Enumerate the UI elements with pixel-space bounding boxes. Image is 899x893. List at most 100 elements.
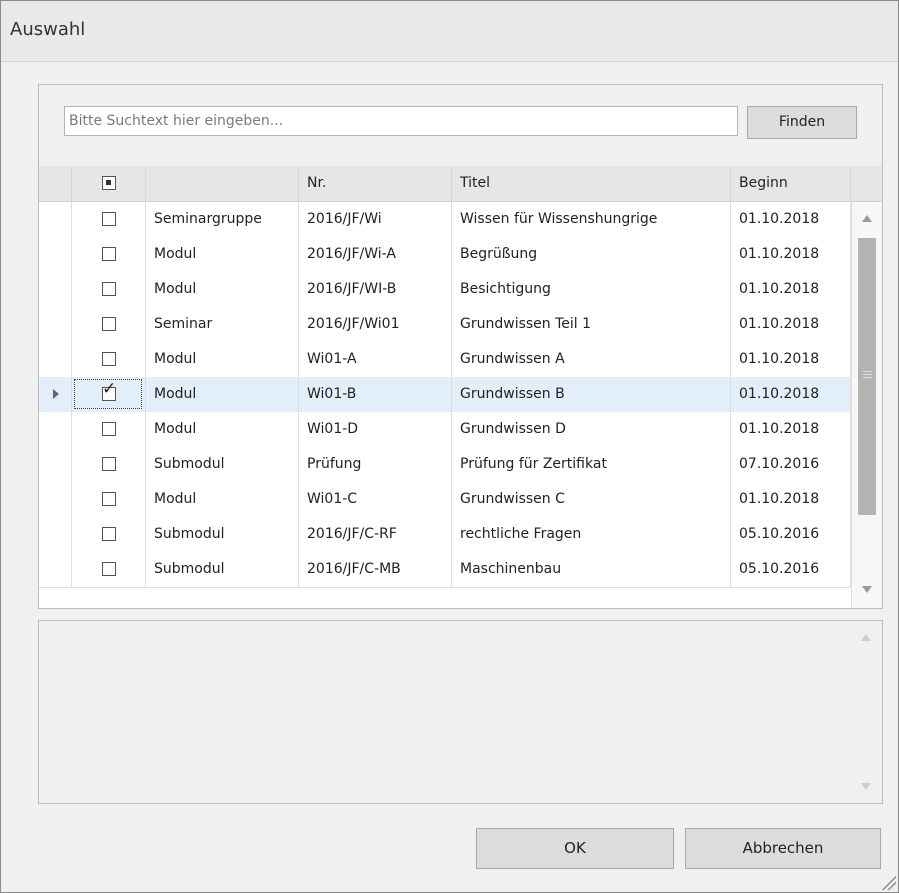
row-indicator-cell[interactable] — [39, 272, 72, 307]
memo-vertical-scrollbar[interactable] — [851, 621, 882, 803]
header-check-cell[interactable] — [72, 166, 146, 201]
row-begin-cell[interactable]: 01.10.2018 — [731, 237, 851, 272]
row-title-cell[interactable]: Grundwissen B — [452, 377, 731, 412]
row-nr-cell[interactable]: 2016/JF/Wi — [299, 202, 452, 237]
row-nr-cell[interactable]: 2016/JF/WI-B — [299, 272, 452, 307]
row-checkbox[interactable] — [102, 352, 116, 366]
row-nr-cell[interactable]: Wi01-D — [299, 412, 452, 447]
memo-scroll-down-icon[interactable] — [861, 783, 871, 790]
row-checkbox[interactable]: ✓ — [102, 381, 116, 401]
row-begin-cell[interactable]: 01.10.2018 — [731, 202, 851, 237]
row-indicator-cell[interactable] — [39, 482, 72, 517]
grid-vertical-scrollbar[interactable] — [851, 202, 882, 608]
row-nr-cell[interactable]: 2016/JF/Wi01 — [299, 307, 452, 342]
row-checkbox[interactable] — [102, 457, 116, 471]
row-title-cell[interactable]: Grundwissen Teil 1 — [452, 307, 731, 342]
table-row[interactable]: Modul Wi01-C Grundwissen C 01.10.2018 — [39, 482, 882, 518]
table-row[interactable]: Seminar 2016/JF/Wi01 Grundwissen Teil 1 01.… — [39, 307, 882, 343]
dialog-titlebar[interactable]: Auswahl — [1, 1, 898, 62]
row-check-cell[interactable] — [72, 412, 146, 447]
row-check-cell[interactable] — [72, 482, 146, 517]
row-title-cell[interactable]: Grundwissen D — [452, 412, 731, 447]
row-check-cell[interactable] — [72, 447, 146, 482]
row-title-cell[interactable]: Grundwissen C — [452, 482, 731, 517]
row-type-cell[interactable]: Submodul — [146, 552, 299, 587]
row-begin-cell[interactable]: 01.10.2018 — [731, 342, 851, 377]
table-row[interactable]: Submodul 2016/JF/C-MB Maschinenbau 05.10.20… — [39, 552, 882, 588]
table-row[interactable]: Seminargruppe 2016/JF/Wi Wissen für Wissen… — [39, 202, 882, 238]
row-check-cell[interactable] — [72, 272, 146, 307]
row-type-cell[interactable]: Modul — [146, 412, 299, 447]
row-checkbox[interactable] — [102, 212, 116, 226]
row-checkbox[interactable] — [102, 282, 116, 296]
row-title-cell[interactable]: Maschinenbau — [452, 552, 731, 587]
row-begin-cell[interactable]: 01.10.2018 — [731, 412, 851, 447]
row-begin-cell[interactable]: 07.10.2016 — [731, 447, 851, 482]
scrollbar-thumb[interactable] — [858, 238, 876, 515]
row-begin-cell[interactable]: 01.10.2018 — [731, 377, 851, 412]
header-titel[interactable]: Titel — [452, 166, 731, 201]
ok-button[interactable]: OK — [476, 828, 674, 869]
table-row[interactable]: Modul Wi01-D Grundwissen D 01.10.2018 — [39, 412, 882, 448]
row-indicator-cell[interactable] — [39, 307, 72, 342]
row-type-cell[interactable]: Modul — [146, 272, 299, 307]
search-input[interactable] — [64, 106, 738, 136]
row-checkbox[interactable] — [102, 422, 116, 436]
header-beginn[interactable]: Beginn — [731, 166, 851, 201]
row-indicator-cell[interactable] — [39, 202, 72, 237]
row-indicator-cell[interactable] — [39, 447, 72, 482]
select-all-checkbox[interactable] — [102, 176, 116, 190]
header-nr[interactable]: Nr. — [299, 166, 452, 201]
row-checkbox[interactable] — [102, 492, 116, 506]
row-begin-cell[interactable]: 01.10.2018 — [731, 272, 851, 307]
row-checkbox[interactable] — [102, 317, 116, 331]
row-begin-cell[interactable]: 05.10.2016 — [731, 517, 851, 552]
row-check-cell[interactable] — [72, 552, 146, 587]
row-check-cell[interactable] — [72, 237, 146, 272]
row-indicator-cell[interactable] — [39, 237, 72, 272]
row-title-cell[interactable]: Besichtigung — [452, 272, 731, 307]
row-type-cell[interactable]: Modul — [146, 377, 299, 412]
row-type-cell[interactable]: Submodul — [146, 447, 299, 482]
row-nr-cell[interactable]: 2016/JF/C-RF — [299, 517, 452, 552]
row-check-cell[interactable] — [72, 307, 146, 342]
row-indicator-cell[interactable] — [39, 377, 72, 412]
row-indicator-cell[interactable] — [39, 342, 72, 377]
memo-scroll-up-icon[interactable] — [861, 634, 871, 641]
row-check-cell[interactable] — [72, 342, 146, 377]
row-title-cell[interactable]: Grundwissen A — [452, 342, 731, 377]
table-row[interactable]: Modul 2016/JF/Wi-A Begrüßung 01.10.2018 — [39, 237, 882, 273]
resize-grip-icon[interactable] — [880, 874, 896, 890]
row-begin-cell[interactable]: 01.10.2018 — [731, 307, 851, 342]
row-checkbox[interactable] — [102, 527, 116, 541]
table-row[interactable]: ✓ Modul Wi01-B Grundwissen B 01.10.2018 — [39, 377, 882, 413]
row-title-cell[interactable]: rechtliche Fragen — [452, 517, 731, 552]
table-row[interactable]: Submodul Prüfung Prüfung für Zertifikat 07.… — [39, 447, 882, 483]
row-nr-cell[interactable]: Prüfung — [299, 447, 452, 482]
row-nr-cell[interactable]: 2016/JF/Wi-A — [299, 237, 452, 272]
row-title-cell[interactable]: Wissen für Wissenshungrige — [452, 202, 731, 237]
row-nr-cell[interactable]: 2016/JF/C-MB — [299, 552, 452, 587]
row-checkbox[interactable] — [102, 247, 116, 261]
table-row[interactable]: Modul 2016/JF/WI-B Besichtigung 01.10.2018 — [39, 272, 882, 308]
row-indicator-cell[interactable] — [39, 517, 72, 552]
find-button[interactable]: Finden — [747, 106, 857, 139]
row-title-cell[interactable]: Begrüßung — [452, 237, 731, 272]
scroll-down-arrow-icon[interactable] — [862, 586, 872, 593]
row-check-cell[interactable] — [72, 517, 146, 552]
row-nr-cell[interactable]: Wi01-C — [299, 482, 452, 517]
row-title-cell[interactable]: Prüfung für Zertifikat — [452, 447, 731, 482]
row-type-cell[interactable]: Seminar — [146, 307, 299, 342]
table-row[interactable]: Submodul 2016/JF/C-RF rechtliche Fragen 05.… — [39, 517, 882, 553]
row-indicator-cell[interactable] — [39, 412, 72, 447]
row-nr-cell[interactable]: Wi01-A — [299, 342, 452, 377]
table-row[interactable]: Modul Wi01-A Grundwissen A 01.10.2018 — [39, 342, 882, 378]
row-type-cell[interactable]: Seminargruppe — [146, 202, 299, 237]
row-type-cell[interactable]: Modul — [146, 482, 299, 517]
row-checkbox[interactable] — [102, 562, 116, 576]
row-type-cell[interactable]: Modul — [146, 342, 299, 377]
row-begin-cell[interactable]: 01.10.2018 — [731, 482, 851, 517]
row-type-cell[interactable]: Modul — [146, 237, 299, 272]
row-check-cell[interactable] — [72, 202, 146, 237]
row-nr-cell[interactable]: Wi01-B — [299, 377, 452, 412]
